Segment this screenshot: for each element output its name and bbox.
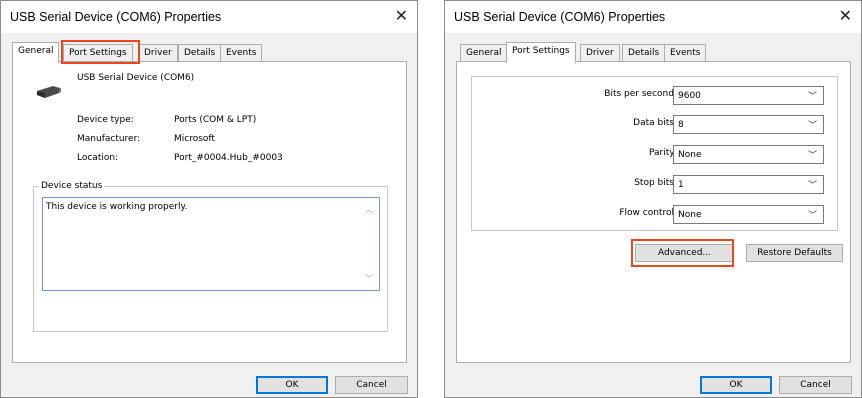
title-bar[interactable]: USB Serial Device (COM6) Properties ✕ [1, 1, 417, 33]
manufacturer-value: Microsoft [174, 134, 215, 144]
stop-bits-label: Stop bits: [634, 178, 677, 188]
data-bits-label: Data bits: [633, 118, 677, 128]
parity-value: None [678, 150, 702, 160]
ok-button[interactable]: OK [700, 376, 772, 394]
chevron-down-icon: ﹀ [807, 181, 817, 191]
bits-per-second-label: Bits per second: [604, 89, 677, 99]
tab-details[interactable]: Details [622, 44, 666, 62]
device-status-title: Device status [39, 181, 105, 191]
chevron-down-icon: ﹀ [807, 121, 817, 131]
window-title: USB Serial Device (COM6) Properties [10, 10, 222, 24]
tab-general[interactable]: General [12, 42, 60, 63]
tab-panel-general: USB Serial Device (COM6) Device type: Po… [12, 61, 407, 363]
bits-per-second-select[interactable]: 9600 ﹀ [673, 86, 824, 105]
tab-events[interactable]: Events [664, 44, 707, 62]
scroll-up-icon[interactable]: ︿ [365, 204, 373, 215]
tab-driver[interactable]: Driver [580, 44, 620, 62]
properties-dialog-port-settings: USB Serial Device (COM6) Properties ✕ Ge… [444, 0, 862, 398]
chevron-down-icon: ﹀ [807, 151, 817, 161]
chevron-down-icon: ﹀ [807, 211, 817, 221]
parity-select[interactable]: None ﹀ [673, 145, 824, 164]
status-text: This device is working properly. [46, 202, 188, 212]
highlight-box [61, 40, 140, 64]
close-icon[interactable]: ✕ [395, 6, 408, 26]
bits-per-second-value: 9600 [678, 91, 701, 101]
stop-bits-value: 1 [678, 180, 684, 190]
title-bar[interactable]: USB Serial Device (COM6) Properties ✕ [445, 1, 861, 33]
tab-driver[interactable]: Driver [138, 44, 178, 62]
stop-bits-select[interactable]: 1 ﹀ [673, 175, 824, 194]
device-type-label: Device type: [77, 115, 134, 125]
highlight-box [631, 239, 734, 267]
cancel-button[interactable]: Cancel [335, 376, 408, 394]
ok-button[interactable]: OK [256, 376, 328, 394]
restore-defaults-button[interactable]: Restore Defaults [746, 244, 843, 262]
tab-general[interactable]: General [460, 44, 508, 62]
cancel-button[interactable]: Cancel [779, 376, 852, 394]
tab-port-settings[interactable]: Port Settings [506, 42, 576, 63]
flow-control-label: Flow control: [619, 208, 677, 218]
device-name: USB Serial Device (COM6) [77, 73, 195, 83]
window-title: USB Serial Device (COM6) Properties [454, 10, 666, 24]
data-bits-select[interactable]: 8 ﹀ [673, 115, 824, 134]
device-type-value: Ports (COM & LPT) [174, 115, 257, 125]
usb-plug-icon [37, 86, 61, 98]
device-status-textarea[interactable]: This device is working properly. ︿ ﹀ [42, 197, 380, 291]
flow-control-value: None [678, 210, 702, 220]
tab-details[interactable]: Details [178, 44, 222, 62]
manufacturer-label: Manufacturer: [77, 134, 141, 144]
tab-panel-port-settings: Bits per second: 9600 ﹀ Data bits: 8 ﹀ P… [456, 61, 851, 363]
close-icon[interactable]: ✕ [839, 6, 852, 26]
location-value: Port_#0004.Hub_#0003 [174, 153, 283, 163]
flow-control-select[interactable]: None ﹀ [673, 205, 824, 224]
chevron-down-icon: ﹀ [807, 92, 817, 102]
location-label: Location: [77, 153, 119, 163]
scroll-down-icon[interactable]: ﹀ [365, 273, 373, 284]
data-bits-value: 8 [678, 120, 684, 130]
tab-events[interactable]: Events [220, 44, 263, 62]
properties-dialog-general: USB Serial Device (COM6) Properties ✕ Ge… [0, 0, 418, 398]
